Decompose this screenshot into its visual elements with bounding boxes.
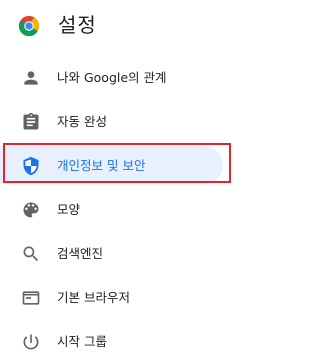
person-icon <box>21 68 41 88</box>
menu-item-google-account[interactable]: 나와 Google의 관계 <box>0 56 249 100</box>
menu-item-autofill[interactable]: 자동 완성 <box>0 100 249 144</box>
power-icon <box>21 332 41 352</box>
settings-menu: 나와 Google의 관계 자동 완성 개인정보 및 보안 모양 검색엔진 기본… <box>0 56 249 364</box>
menu-item-label: 시작 그룹 <box>57 334 107 349</box>
menu-item-label: 모양 <box>57 202 81 217</box>
menu-item-privacy-security[interactable]: 개인정보 및 보안 <box>0 144 249 188</box>
shield-icon <box>21 156 41 176</box>
settings-header: 설정 <box>0 0 249 52</box>
palette-icon <box>21 200 41 220</box>
page-title: 설정 <box>58 13 97 37</box>
clipboard-icon <box>21 112 41 132</box>
search-icon <box>21 244 41 264</box>
menu-item-label: 기본 브라우저 <box>57 290 130 305</box>
menu-item-label: 개인정보 및 보안 <box>57 158 146 173</box>
menu-item-appearance[interactable]: 모양 <box>0 188 249 232</box>
chrome-logo-icon <box>18 15 40 37</box>
menu-item-on-startup[interactable]: 시작 그룹 <box>0 320 249 364</box>
menu-item-label: 자동 완성 <box>57 114 107 129</box>
menu-item-search-engine[interactable]: 검색엔진 <box>0 232 249 276</box>
menu-item-label: 검색엔진 <box>57 246 104 261</box>
menu-item-label: 나와 Google의 관계 <box>57 70 167 85</box>
browser-icon <box>21 288 41 308</box>
menu-item-default-browser[interactable]: 기본 브라우저 <box>0 276 249 320</box>
